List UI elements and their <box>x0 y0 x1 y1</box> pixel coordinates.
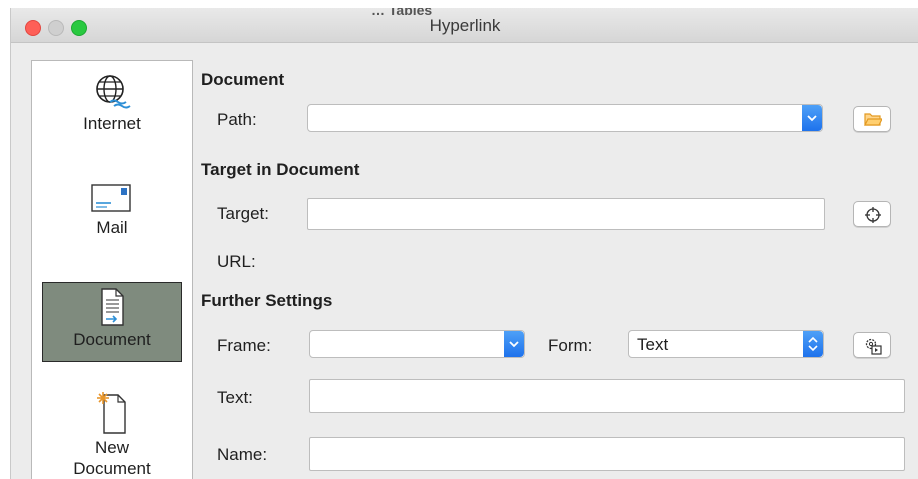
window-title: Hyperlink <box>429 16 501 35</box>
url-label: URL: <box>217 252 256 271</box>
crosshair-target-icon <box>865 207 881 223</box>
chevron-down-icon <box>509 341 519 348</box>
globe-icon <box>96 75 131 109</box>
sidebar-item-internet[interactable]: Internet <box>32 71 192 151</box>
sidebar-item-label: Document <box>73 330 151 349</box>
form-select-arrow[interactable] <box>803 331 823 357</box>
frame-dropdown-arrow[interactable] <box>504 331 524 357</box>
gear-macro-icon <box>865 338 882 355</box>
sidebar-item-mail[interactable]: Mail <box>32 179 192 259</box>
path-label: Path: <box>217 110 257 129</box>
sidebar-item-label: Mail <box>96 218 128 237</box>
form-label: Form: <box>548 336 593 355</box>
path-dropdown-arrow[interactable] <box>802 105 822 131</box>
text-label: Text: <box>217 388 253 407</box>
document-section-heading: Document <box>201 70 285 89</box>
sidebar-item-label-line1: New <box>94 438 129 457</box>
frame-label: Frame: <box>217 336 271 355</box>
further-settings-heading: Further Settings <box>201 291 333 310</box>
frame-combobox[interactable] <box>309 330 525 358</box>
form-select[interactable]: Text <box>628 330 824 358</box>
target-in-document-heading: Target in Document <box>201 160 360 179</box>
sidebar-item-label: Internet <box>83 114 141 133</box>
hyperlink-dialog: … Tables Hyperlink Internet Mail Documen… <box>10 8 918 479</box>
form-value: Text <box>637 335 669 354</box>
new-document-icon <box>97 392 126 434</box>
sidebar-item-document[interactable]: Document <box>42 282 182 362</box>
folder-open-icon <box>864 113 882 126</box>
hyperlink-type-sidebar: Internet Mail Document New Document <box>31 60 193 479</box>
name-label: Name: <box>217 445 268 464</box>
path-combobox[interactable] <box>307 104 823 132</box>
target-in-document-button[interactable] <box>853 201 891 227</box>
target-input[interactable] <box>307 198 825 230</box>
target-label: Target: <box>217 204 269 223</box>
open-file-button[interactable] <box>853 106 891 132</box>
sidebar-item-label-line2: Document <box>73 459 151 478</box>
events-button[interactable] <box>853 332 891 358</box>
text-input[interactable] <box>309 379 905 413</box>
mail-envelope-icon <box>91 184 131 212</box>
sidebar-item-new-document[interactable]: New Document <box>32 389 192 479</box>
name-input[interactable] <box>309 437 905 471</box>
updown-chevron-icon <box>808 336 818 352</box>
chevron-down-icon <box>807 115 817 122</box>
title-bar: … Tables Hyperlink <box>11 8 918 43</box>
document-icon <box>101 288 124 326</box>
